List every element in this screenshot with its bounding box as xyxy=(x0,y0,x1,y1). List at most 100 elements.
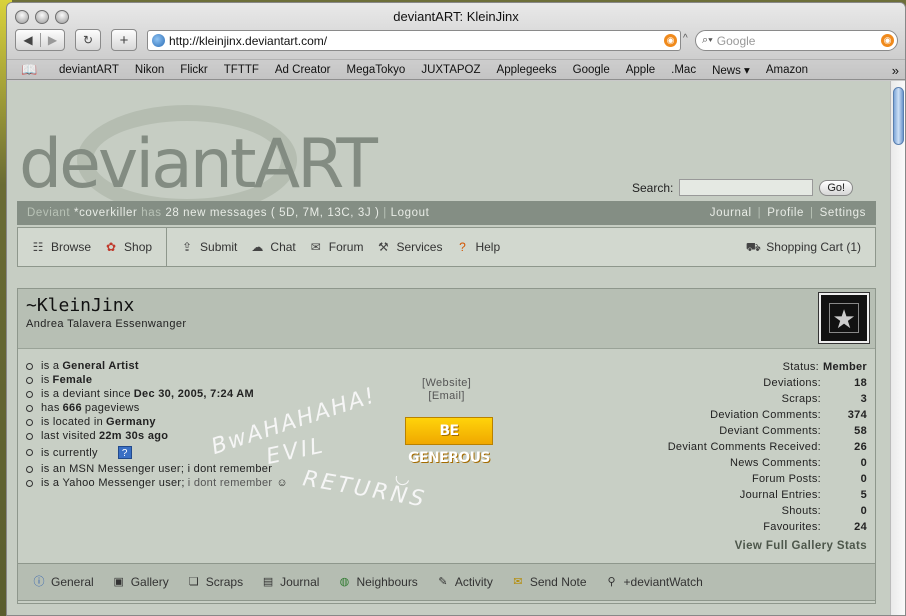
stat-value: 26 xyxy=(854,441,867,453)
settings-link[interactable]: Settings xyxy=(820,207,866,219)
bookmark-item[interactable]: Applegeeks xyxy=(497,64,557,76)
bookmarks-book-icon[interactable]: 📖 xyxy=(21,62,41,78)
tab-label: Gallery xyxy=(130,575,169,589)
site-logo[interactable]: deviantART xyxy=(19,131,378,199)
userbar-messages[interactable]: 28 new messages xyxy=(165,207,267,219)
stat-row: Journal Entries: 5 xyxy=(668,487,867,503)
nav-services[interactable]: ⚒ Services xyxy=(375,240,442,254)
avatar[interactable]: ★ xyxy=(818,292,870,344)
bookmark-item[interactable]: TFTTF xyxy=(224,64,259,76)
userbar-breakdown[interactable]: ( 5D, 7M, 13C, 3J ) xyxy=(271,207,380,219)
bookmark-item[interactable]: deviantART xyxy=(59,64,119,76)
nav-help[interactable]: ? Help xyxy=(454,240,500,254)
stat-label: Deviant Comments: xyxy=(719,425,821,437)
logout-link[interactable]: Logout xyxy=(391,207,430,219)
info-icon: ⓘ xyxy=(33,576,45,588)
search-field[interactable]: ⌕▾ Google ◉ xyxy=(695,30,898,51)
search-go-icon[interactable]: ◉ xyxy=(881,34,894,47)
tab-scraps[interactable]: ❏ Scraps xyxy=(187,575,243,589)
back-forward-group: ◀ ▶ xyxy=(15,29,65,51)
profile-link[interactable]: Profile xyxy=(767,207,804,219)
stat-value: 3 xyxy=(860,393,867,405)
bookmark-item[interactable]: News ▾ xyxy=(712,63,750,77)
stat-row: Deviation Comments: 374 xyxy=(668,407,867,423)
address-bar[interactable]: http://kleinjinx.deviantart.com/ ◉ xyxy=(147,30,681,51)
userbar-username[interactable]: *coverkiller xyxy=(74,207,137,219)
vertical-scrollbar[interactable] xyxy=(890,81,905,615)
bookmark-item[interactable]: Nikon xyxy=(135,64,164,76)
add-bookmark-button[interactable]: + xyxy=(111,29,137,51)
tab-neighbours[interactable]: ◍ Neighbours xyxy=(337,575,418,589)
site-search-label: Search: xyxy=(632,180,674,195)
tab-send-note[interactable]: ✉ Send Note xyxy=(511,575,586,589)
bookmark-item[interactable]: JUXTAPOZ xyxy=(421,64,480,76)
site-search-input[interactable] xyxy=(679,179,814,196)
tab-deviantwatch[interactable]: ⚲ +deviantWatch xyxy=(605,575,703,589)
tab-label: Activity xyxy=(454,575,493,589)
reload-button[interactable]: ↻ xyxy=(75,29,101,51)
stat-label: Journal Entries: xyxy=(739,489,821,501)
address-text: http://kleinjinx.deviantart.com/ xyxy=(169,33,328,48)
bookmarks-overflow-icon[interactable]: » xyxy=(892,63,899,78)
bookmarks-bar: 📖 deviantART Nikon Flickr TFTTF Ad Creat… xyxy=(7,59,905,80)
status-row: Status: Member xyxy=(668,359,867,375)
forward-button[interactable]: ▶ xyxy=(39,33,64,47)
nav-browse[interactable]: ☷ Browse xyxy=(30,240,91,254)
search-placeholder: Google xyxy=(716,33,756,48)
bookmark-item[interactable]: Amazon xyxy=(766,64,808,76)
stat-value: 5 xyxy=(860,489,867,501)
bookmark-item[interactable]: .Mac xyxy=(671,64,696,76)
bookmark-item[interactable]: Ad Creator xyxy=(275,64,331,76)
shopping-cart-link[interactable]: ⛟ Shopping Cart (1) xyxy=(745,240,861,254)
shop-icon: ✿ xyxy=(105,240,117,254)
globe-icon: ◍ xyxy=(339,576,350,588)
list-item: is a General Artist xyxy=(26,359,288,373)
tab-activity[interactable]: ✎ Activity xyxy=(436,575,493,589)
fact-text: is a Yahoo Messenger user; xyxy=(41,477,185,489)
bookmark-item[interactable]: Flickr xyxy=(180,64,207,76)
stat-value: 0 xyxy=(860,457,867,469)
forum-icon: ✉ xyxy=(310,240,321,254)
site-search: Search: Go! xyxy=(632,179,854,196)
stat-value: 18 xyxy=(854,377,867,389)
be-generous-banner[interactable]: BE GENEROUS xyxy=(405,417,493,466)
tab-journal[interactable]: ▤ Journal xyxy=(261,575,320,589)
bookmark-item[interactable]: MegaTokyo xyxy=(347,64,406,76)
nav-submit[interactable]: ⇪ Submit xyxy=(179,240,237,254)
nav-chat[interactable]: ☁ Chat xyxy=(249,240,295,254)
tab-label: General xyxy=(51,575,94,589)
fact-text: is a xyxy=(41,360,60,372)
tab-general[interactable]: ⓘ General xyxy=(32,575,94,589)
nav-label: Help xyxy=(475,240,501,254)
cart-icon: ⛟ xyxy=(745,240,761,254)
bookmark-item[interactable]: Google xyxy=(573,64,610,76)
snapback-icon[interactable]: ^ xyxy=(683,33,688,44)
browser-window: deviantART: KleinJinx ◀ ▶ ↻ + http://kle… xyxy=(6,2,906,616)
nav-label: Shop xyxy=(124,240,153,254)
fact-text: has xyxy=(41,402,60,414)
scrollbar-thumb[interactable] xyxy=(893,87,904,145)
fact-value: 666 xyxy=(62,402,82,414)
profile-panel: ~KleinJinx Andrea Talavera Essenwanger ★… xyxy=(17,288,876,604)
bookmark-item[interactable]: Apple xyxy=(626,64,655,76)
userbar-prefix: Deviant xyxy=(27,207,71,219)
rss-icon[interactable]: ◉ xyxy=(664,34,677,47)
stat-label: Favourites: xyxy=(763,521,821,533)
nav-forum[interactable]: ✉ Forum xyxy=(308,240,364,254)
star-icon: ★ xyxy=(829,303,859,334)
nav-shop[interactable]: ✿ Shop xyxy=(103,240,152,254)
stat-label: Deviant Comments Received: xyxy=(667,441,821,453)
profile-tabs: ⓘ General ▣ Gallery ❏ Scraps ▤ Journal ◍ Neig… xyxy=(17,563,876,601)
nav-label: Chat xyxy=(270,240,296,254)
nav-label: Browse xyxy=(51,240,92,254)
services-icon: ⚒ xyxy=(378,240,389,254)
view-full-stats-link[interactable]: View Full Gallery Stats xyxy=(735,540,867,552)
browse-icon: ☷ xyxy=(32,240,44,254)
tab-gallery[interactable]: ▣ Gallery xyxy=(112,575,169,589)
journal-link[interactable]: Journal xyxy=(710,207,752,219)
back-button[interactable]: ◀ xyxy=(16,33,40,47)
site-search-go-button[interactable]: Go! xyxy=(819,179,854,196)
stat-value: Member xyxy=(823,361,867,373)
profile-real-name: Andrea Talavera Essenwanger xyxy=(26,318,187,330)
activity-icon: ✎ xyxy=(438,576,448,588)
